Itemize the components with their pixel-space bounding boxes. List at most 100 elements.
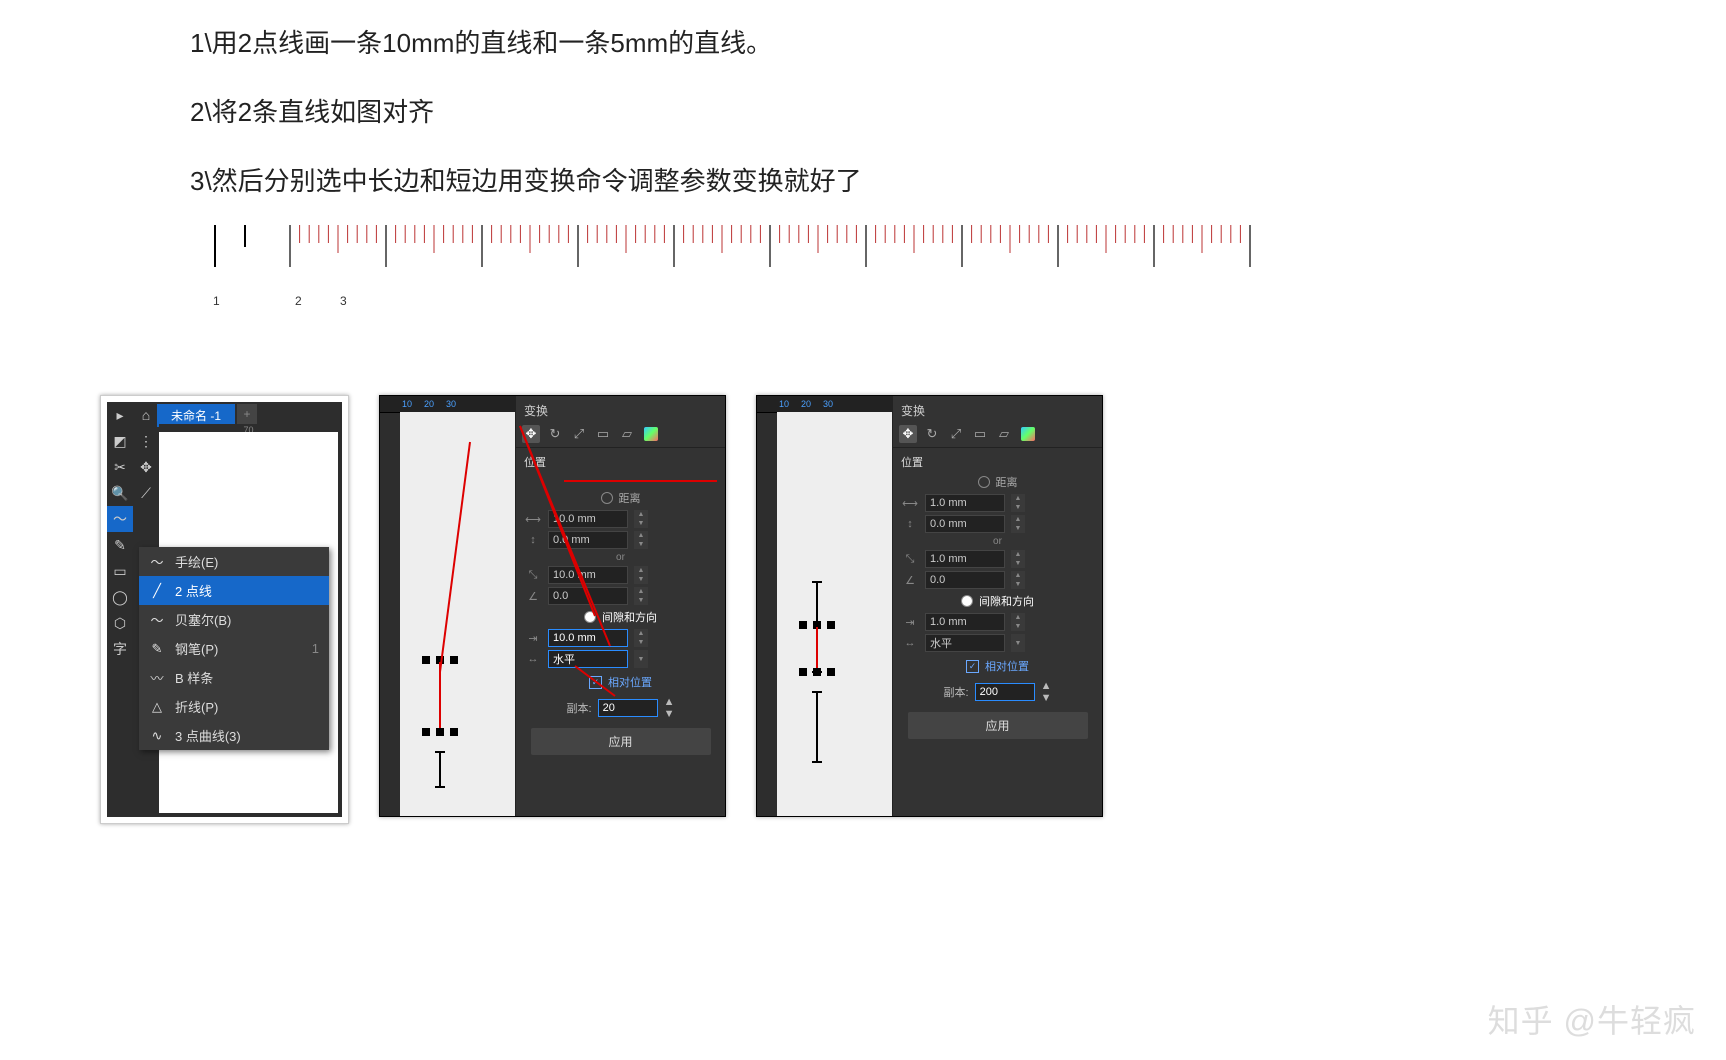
- scale-mode-icon[interactable]: ⤢: [570, 425, 588, 443]
- angle-icon: ∠: [524, 590, 542, 603]
- v-distance-input-b[interactable]: [925, 515, 1005, 533]
- apply-button-a[interactable]: 应用: [531, 728, 711, 755]
- long-line-selected[interactable]: [439, 662, 441, 732]
- direction-select-b[interactable]: [925, 634, 1005, 652]
- home-icon[interactable]: ⌂: [133, 402, 159, 428]
- transform-mode-bar-b: ✥ ↻ ⤢ ▭ ▱: [893, 421, 1102, 448]
- gap-input-b[interactable]: [925, 613, 1005, 631]
- transform-panel-b: 10 20 30: [756, 395, 1103, 817]
- copies-input-b[interactable]: [975, 683, 1035, 701]
- crop-tool-icon[interactable]: ✂: [107, 454, 133, 480]
- text-tool-icon[interactable]: 字: [107, 636, 133, 662]
- flyout-item-label: 折线(P): [175, 697, 218, 716]
- flyout-item-shortcut: 1: [312, 641, 319, 656]
- angle-input-b[interactable]: [925, 571, 1005, 589]
- distance-radio-a[interactable]: 距离: [524, 490, 717, 506]
- move-icon[interactable]: ✥: [133, 454, 159, 480]
- canvas-b[interactable]: [777, 412, 892, 816]
- flyout-item[interactable]: 〜贝塞尔(B): [139, 605, 329, 634]
- eyedrop-icon[interactable]: ⟋: [133, 480, 159, 506]
- flyout-item-icon: 〜: [149, 610, 165, 629]
- length-icon: ⤡: [901, 553, 919, 566]
- canvas-ruler-b: 10 20 30: [757, 396, 892, 413]
- short-line-selected[interactable]: [816, 627, 818, 672]
- shape-tool-icon[interactable]: ◩: [107, 428, 133, 454]
- scale-mode-icon[interactable]: ⤢: [947, 425, 965, 443]
- canvas-ruler-a: 10 20 30: [380, 396, 515, 413]
- relative-position-checkbox-b[interactable]: ✓相对位置: [901, 658, 1094, 674]
- size-mode-icon[interactable]: ▭: [971, 425, 989, 443]
- flyout-item-icon: △: [149, 699, 165, 715]
- gap-icon: ⇥: [524, 632, 542, 645]
- ruler-label-2: 2: [295, 294, 302, 308]
- polygon-tool-icon[interactable]: ⬡: [107, 610, 133, 636]
- 3d-mode-icon[interactable]: [1019, 425, 1037, 443]
- flyout-item[interactable]: △ 折线(P): [139, 692, 329, 721]
- canvas-a[interactable]: [400, 412, 515, 816]
- flyout-item[interactable]: ╱2 点线: [139, 576, 329, 605]
- gap-radio-b[interactable]: 间隙和方向: [901, 593, 1094, 609]
- flyout-item-icon: ╱: [149, 583, 165, 599]
- skew-mode-icon[interactable]: ▱: [995, 425, 1013, 443]
- instruction-3: 3\然后分别选中长边和短边用变换命令调整参数变换就好了: [190, 158, 862, 205]
- rotate-mode-icon[interactable]: ↻: [923, 425, 941, 443]
- transform-title-b: 变换: [893, 400, 1102, 421]
- skew-mode-icon[interactable]: ▱: [618, 425, 636, 443]
- length-input[interactable]: [548, 566, 628, 584]
- instruction-1: 1\用2点线画一条10mm的直线和一条5mm的直线。: [190, 20, 862, 67]
- v-distance-input[interactable]: [548, 531, 628, 549]
- position-mode-icon[interactable]: ✥: [899, 425, 917, 443]
- ruler-label-3: 3: [340, 294, 347, 308]
- flyout-item-label: 贝塞尔(B): [175, 610, 231, 629]
- v-distance-icon: ↕: [901, 518, 919, 530]
- angle-icon: ∠: [901, 574, 919, 587]
- line-tool-flyout: ～手绘(E)╱2 点线〜贝塞尔(B)✎钢笔(P)1〰B 样条△折线(P)∿3 点…: [139, 547, 329, 750]
- length-input-b[interactable]: [925, 550, 1005, 568]
- flyout-item[interactable]: ∿3 点曲线(3): [139, 721, 329, 750]
- position-section-label: 位置: [524, 454, 717, 470]
- toolbox-panel: ▸ ◩ ✂ 🔍 〜 ✎ ▭ ◯ ⬡ 字 ⌂ ⋮ ✥ ⟋: [100, 395, 349, 824]
- rotate-mode-icon[interactable]: ↻: [546, 425, 564, 443]
- long-line-bottom[interactable]: [816, 692, 818, 762]
- pick-tool-icon[interactable]: ▸: [107, 402, 133, 428]
- copies-label-a: 副本:: [567, 700, 592, 716]
- direction-select-a[interactable]: [548, 650, 628, 668]
- flyout-item[interactable]: ～手绘(E): [139, 547, 329, 576]
- or-label-a: or: [524, 552, 717, 563]
- position-section-label-b: 位置: [901, 454, 1094, 470]
- flyout-item-icon: ✎: [149, 641, 165, 657]
- gap-radio-a[interactable]: 间隙和方向: [524, 609, 717, 625]
- flyout-item-label: 3 点曲线(3): [175, 726, 241, 745]
- copies-input-a[interactable]: [598, 699, 658, 717]
- short-line[interactable]: [439, 752, 441, 787]
- distance-radio-b[interactable]: 距离: [901, 474, 1094, 490]
- h-distance-input[interactable]: [548, 510, 628, 528]
- gap-icon: ⇥: [901, 616, 919, 629]
- transform-mode-bar-a: ✥ ↻ ⤢ ▭ ▱: [516, 421, 725, 448]
- rectangle-tool-icon[interactable]: ▭: [107, 558, 133, 584]
- zoom-tool-icon[interactable]: 🔍: [107, 480, 133, 506]
- gap-input-a[interactable]: [548, 629, 628, 647]
- size-mode-icon[interactable]: ▭: [594, 425, 612, 443]
- new-tab-button[interactable]: +: [237, 404, 257, 424]
- position-mode-icon[interactable]: ✥: [522, 425, 540, 443]
- ellipse-tool-icon[interactable]: ◯: [107, 584, 133, 610]
- relative-position-checkbox-a[interactable]: ✓相对位置: [524, 674, 717, 690]
- instructions-block: 1\用2点线画一条10mm的直线和一条5mm的直线。 2\将2条直线如图对齐 3…: [190, 20, 862, 226]
- direction-icon: ↔: [901, 637, 919, 649]
- direction-icon: ↔: [524, 653, 542, 665]
- angle-input[interactable]: [548, 587, 628, 605]
- flyout-item[interactable]: 〰B 样条: [139, 663, 329, 692]
- h-distance-input-b[interactable]: [925, 494, 1005, 512]
- v-distance-icon: ↕: [524, 534, 542, 546]
- copies-label-b: 副本:: [944, 684, 969, 700]
- length-icon: ⤡: [524, 569, 542, 582]
- ruler-figure: 1 2 3: [190, 225, 1260, 315]
- h-distance-icon: ⟷: [524, 513, 542, 526]
- flyout-item[interactable]: ✎钢笔(P)1: [139, 634, 329, 663]
- node-icon[interactable]: ⋮: [133, 428, 159, 454]
- artistic-media-icon[interactable]: ✎: [107, 532, 133, 558]
- freehand-tool-icon[interactable]: 〜: [107, 506, 133, 532]
- 3d-mode-icon[interactable]: [642, 425, 660, 443]
- apply-button-b[interactable]: 应用: [908, 712, 1088, 739]
